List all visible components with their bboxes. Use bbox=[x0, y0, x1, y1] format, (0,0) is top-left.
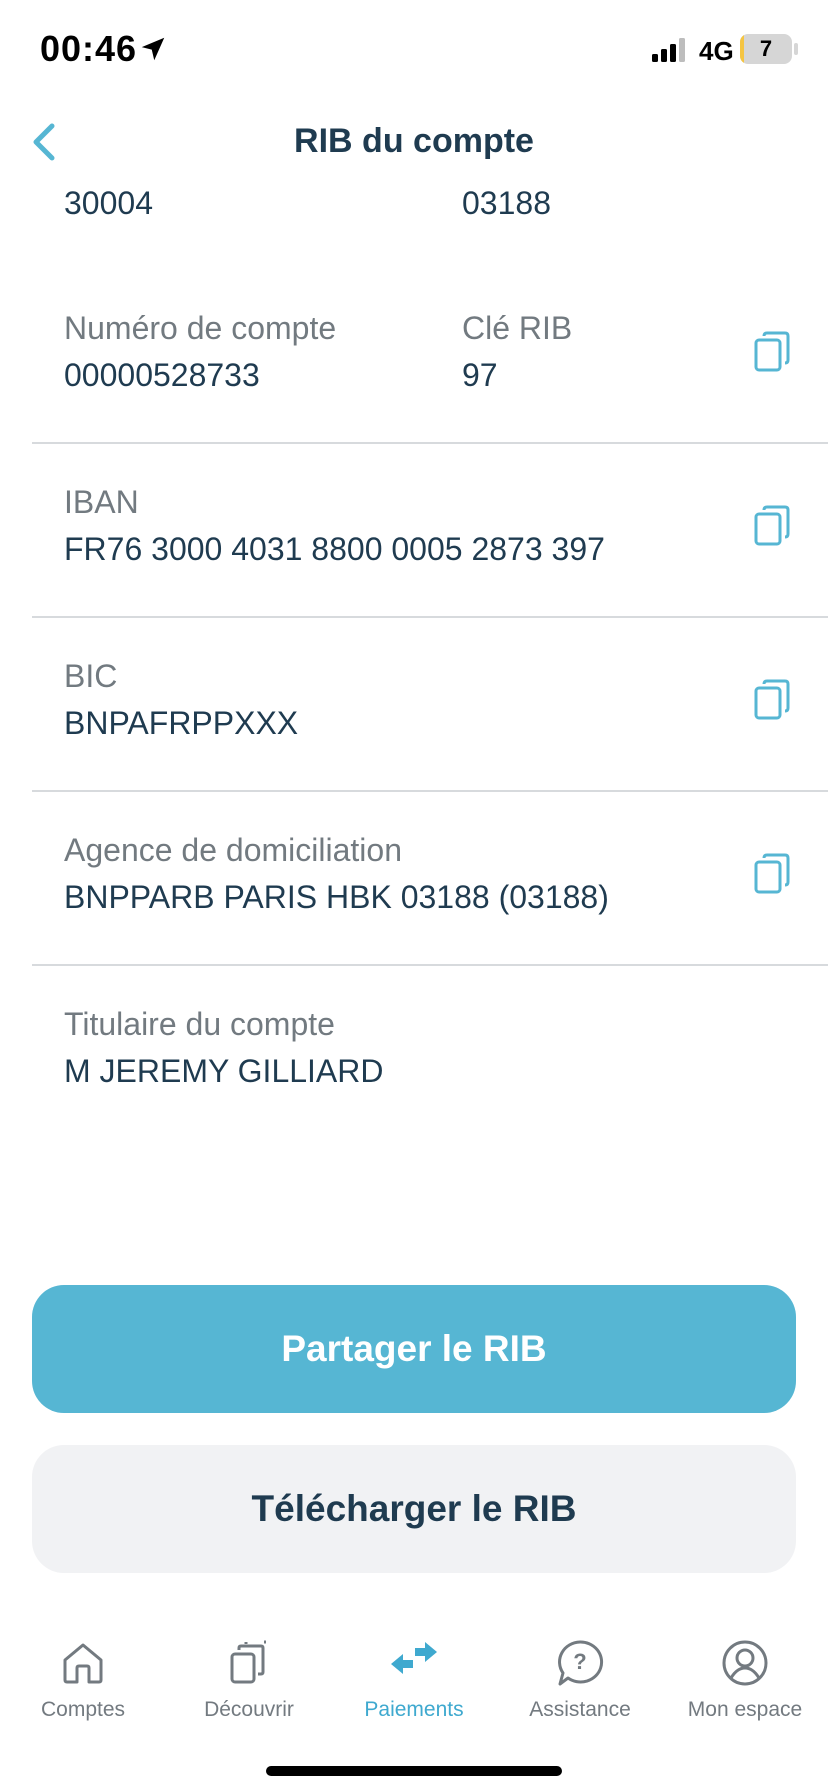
account-number-row: Numéro de compte 00000528733 Clé RIB 97 bbox=[0, 270, 828, 444]
iban-row: IBAN FR76 3000 4031 8800 0005 2873 397 bbox=[0, 444, 828, 618]
battery-tip bbox=[794, 43, 798, 55]
rib-key-field: Clé RIB 97 bbox=[462, 310, 572, 394]
copy-iban-button[interactable] bbox=[748, 502, 796, 550]
tab-assistance[interactable]: ? Assistance bbox=[497, 1620, 663, 1730]
copy-icon bbox=[754, 505, 790, 546]
bank-code-field: 30004 bbox=[64, 184, 153, 222]
network-type: 4G bbox=[699, 36, 734, 66]
tab-paiements[interactable]: Paiements bbox=[331, 1620, 497, 1730]
rib-key-value: 97 bbox=[462, 357, 498, 393]
branch-code-value: 03188 bbox=[462, 185, 551, 221]
tab-label: Comptes bbox=[40, 1698, 126, 1721]
tab-bar: Comptes Découvrir Paiements ? Assistance… bbox=[0, 1620, 828, 1730]
bank-code-value: 30004 bbox=[64, 185, 153, 221]
tab-label: Mon espace bbox=[687, 1698, 803, 1721]
rib-details[interactable]: 30004 03188 Numéro de compte 00000528733… bbox=[0, 184, 828, 1234]
tab-comptes[interactable]: Comptes bbox=[0, 1620, 166, 1730]
copy-icon bbox=[754, 679, 790, 720]
holder-label: Titulaire du compte bbox=[64, 1006, 335, 1042]
download-rib-button[interactable]: Télécharger le RIB bbox=[32, 1445, 796, 1573]
help-bubble-icon: ? bbox=[558, 1640, 604, 1686]
copy-icon bbox=[754, 331, 790, 372]
cards-icon bbox=[230, 1640, 266, 1684]
header: RIB du compte bbox=[0, 100, 828, 184]
holder-value: M JEREMY GILLIARD bbox=[64, 1053, 384, 1089]
location-arrow-icon bbox=[141, 37, 165, 61]
holder-field: Titulaire du compte M JEREMY GILLIARD bbox=[64, 1006, 383, 1090]
bic-field: BIC BNPAFRPPXXX bbox=[64, 658, 298, 742]
svg-text:?: ? bbox=[573, 1649, 586, 1674]
home-icon bbox=[63, 1643, 103, 1684]
user-circle-icon bbox=[722, 1640, 768, 1686]
tab-mon-espace[interactable]: Mon espace bbox=[662, 1620, 828, 1730]
iban-label: IBAN bbox=[64, 484, 139, 520]
status-bar: 00:46 4G 7 bbox=[0, 0, 828, 100]
share-rib-button[interactable]: Partager le RIB bbox=[32, 1285, 796, 1413]
iban-value: FR76 3000 4031 8800 0005 2873 397 bbox=[64, 531, 605, 567]
rib-key-label: Clé RIB bbox=[462, 310, 573, 346]
battery-level: 7 bbox=[759, 36, 773, 61]
branch-code-field: 03188 bbox=[462, 184, 551, 222]
bic-row: BIC BNPAFRPPXXX bbox=[0, 618, 828, 792]
copy-account-button[interactable] bbox=[748, 328, 796, 376]
account-number-label: Numéro de compte bbox=[64, 310, 337, 346]
copy-bic-button[interactable] bbox=[748, 676, 796, 724]
holder-row: Titulaire du compte M JEREMY GILLIARD bbox=[0, 966, 828, 1140]
tab-label: Découvrir bbox=[204, 1698, 294, 1721]
page-title: RIB du compte bbox=[294, 122, 534, 160]
agency-field: Agence de domiciliation BNPPARB PARIS HB… bbox=[64, 832, 609, 916]
status-time: 00:46 bbox=[40, 28, 138, 69]
signal-icon bbox=[652, 38, 685, 62]
bic-value: BNPAFRPPXXX bbox=[64, 705, 299, 741]
battery-icon: 7 bbox=[740, 34, 792, 64]
tab-label: Assistance bbox=[529, 1698, 631, 1721]
agency-row: Agence de domiciliation BNPPARB PARIS HB… bbox=[0, 792, 828, 966]
copy-agency-button[interactable] bbox=[748, 850, 796, 898]
iban-field: IBAN FR76 3000 4031 8800 0005 2873 397 bbox=[64, 484, 605, 568]
transfer-arrows-icon bbox=[391, 1642, 437, 1674]
bank-codes-row: 30004 03188 bbox=[0, 184, 828, 270]
bic-label: BIC bbox=[64, 658, 118, 694]
copy-icon bbox=[754, 853, 790, 894]
account-number-value: 00000528733 bbox=[64, 357, 260, 393]
agency-label: Agence de domiciliation bbox=[64, 832, 402, 868]
agency-value: BNPPARB PARIS HBK 03188 (03188) bbox=[64, 879, 609, 915]
tab-label: Paiements bbox=[364, 1698, 464, 1721]
account-number-field: Numéro de compte 00000528733 bbox=[64, 310, 336, 394]
tab-decouvrir[interactable]: Découvrir bbox=[166, 1620, 332, 1730]
home-indicator bbox=[266, 1766, 562, 1776]
